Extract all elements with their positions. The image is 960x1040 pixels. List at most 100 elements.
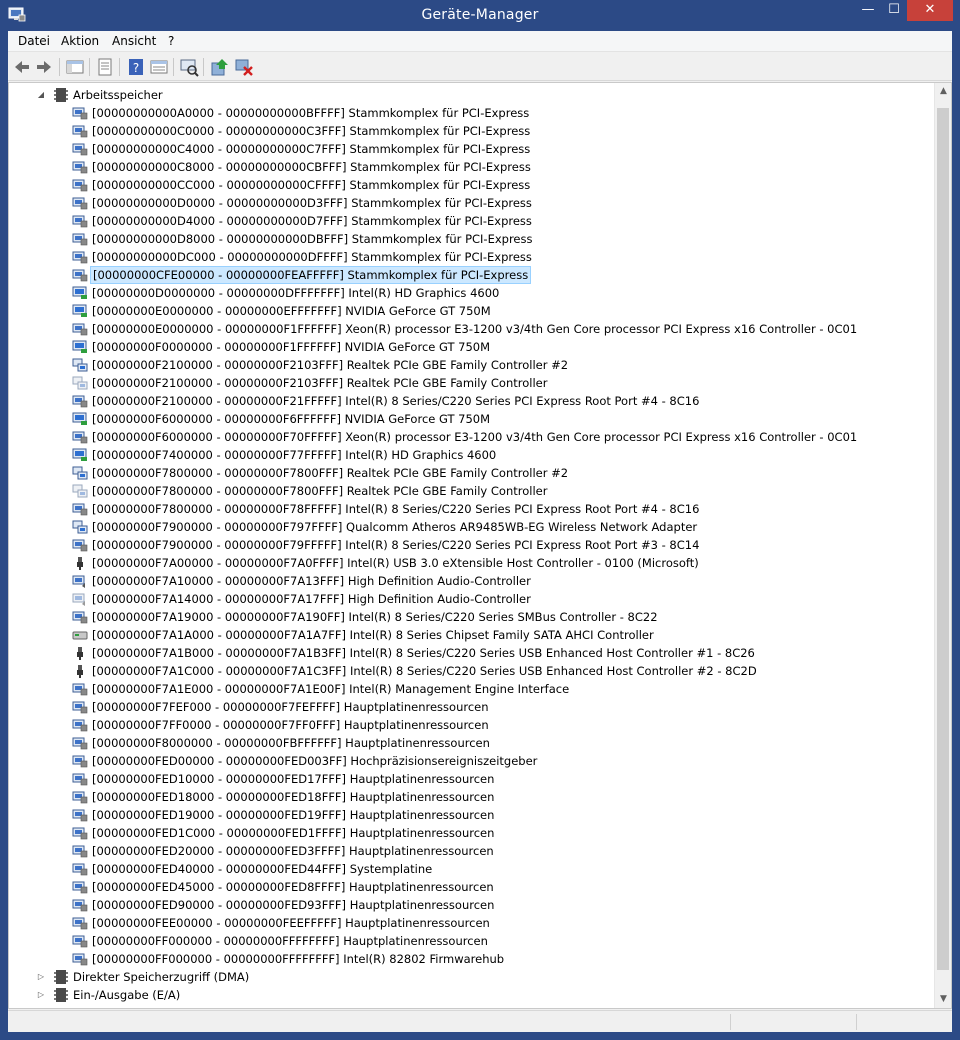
tree-item-label: [00000000FED10000 - 00000000FED17FFF] Ha…: [92, 772, 495, 786]
tree-item-label: [00000000000C8000 - 00000000000CBFFF] St…: [92, 160, 531, 174]
audio-disabled-device-icon: [72, 593, 85, 606]
scroll-down-icon[interactable]: ▼: [935, 991, 951, 1008]
scan-hardware-icon[interactable]: [179, 57, 199, 77]
menu-datei[interactable]: Datei: [18, 34, 50, 48]
view-icon[interactable]: [149, 57, 169, 77]
scroll-up-icon[interactable]: ▲: [935, 83, 951, 100]
memory-range-item[interactable]: [00000000F6000000 - 00000000F6FFFFFF] NV…: [9, 410, 929, 428]
tree-item-label: [00000000E0000000 - 00000000EFFFFFFF] NV…: [92, 304, 491, 318]
back-icon[interactable]: [12, 57, 32, 77]
memory-range-item[interactable]: [00000000FED1C000 - 00000000FED1FFFF] Ha…: [9, 824, 929, 842]
category-collapsed[interactable]: ▷ Direkter Speicherzugriff (DMA): [9, 968, 929, 986]
tree-item-label: [00000000F6000000 - 00000000F70FFFFF] Xe…: [92, 430, 858, 444]
menu-aktion[interactable]: Aktion: [61, 34, 99, 48]
minimize-button[interactable]: —: [855, 0, 881, 21]
memory-range-item[interactable]: [00000000000DC000 - 00000000000DFFFF] St…: [9, 248, 929, 266]
title-bar[interactable]: Geräte-Manager — ☐ ✕: [0, 0, 960, 30]
memory-range-item[interactable]: [00000000FED90000 - 00000000FED93FFF] Ha…: [9, 896, 929, 914]
memory-range-item[interactable]: [00000000000D0000 - 00000000000D3FFF] St…: [9, 194, 929, 212]
uninstall-icon[interactable]: [234, 57, 254, 77]
category-arbeitsspeicher[interactable]: ◢ Arbeitsspeicher: [9, 86, 929, 104]
expand-arrow-icon[interactable]: ▷: [36, 986, 46, 1004]
usb-device-icon: [77, 665, 83, 678]
memory-range-item[interactable]: [00000000FF000000 - 00000000FFFFFFFF] In…: [9, 950, 929, 968]
menu-help[interactable]: ?: [168, 34, 174, 48]
properties-icon[interactable]: [95, 57, 115, 77]
memory-range-item[interactable]: [00000000F2100000 - 00000000F21FFFFF] In…: [9, 392, 929, 410]
memory-range-item[interactable]: [00000000000C4000 - 00000000000C7FFF] St…: [9, 140, 929, 158]
tree-item-label: [00000000F6000000 - 00000000F6FFFFFF] NV…: [92, 412, 491, 426]
device-tree[interactable]: ◢ Arbeitsspeicher [00000000000A0000 - 0000…: [9, 83, 934, 1008]
memory-range-item[interactable]: [00000000F2100000 - 00000000F2103FFF] Re…: [9, 356, 929, 374]
memory-range-item[interactable]: [00000000FED20000 - 00000000FED3FFFF] Ha…: [9, 842, 929, 860]
memory-range-item[interactable]: [00000000FED10000 - 00000000FED17FFF] Ha…: [9, 770, 929, 788]
memory-range-item[interactable]: [00000000000CC000 - 00000000000CFFFF] St…: [9, 176, 929, 194]
console-tree-icon[interactable]: [65, 57, 85, 77]
memory-range-item[interactable]: [00000000FED40000 - 00000000FED44FFF] Sy…: [9, 860, 929, 878]
memory-range-item[interactable]: [00000000F6000000 - 00000000F70FFFFF] Xe…: [9, 428, 929, 446]
system-device-icon: [72, 881, 88, 894]
tree-item-label: [00000000FED45000 - 00000000FED8FFFF] Ha…: [92, 880, 494, 894]
memory-range-item[interactable]: [00000000FED45000 - 00000000FED8FFFF] Ha…: [9, 878, 929, 896]
memory-range-item[interactable]: [00000000E0000000 - 00000000EFFFFFFF] NV…: [9, 302, 929, 320]
memory-range-item[interactable]: [00000000F8000000 - 00000000FBFFFFFF] Ha…: [9, 734, 929, 752]
memory-range-item[interactable]: [00000000F7A1A000 - 00000000F7A1A7FF] In…: [9, 626, 929, 644]
memory-range-item[interactable]: [00000000F7900000 - 00000000F79FFFFF] In…: [9, 536, 929, 554]
tree-item-label: [00000000FF000000 - 00000000FFFFFFFF] In…: [92, 952, 505, 966]
memory-range-item[interactable]: [00000000FF000000 - 00000000FFFFFFFF] Ha…: [9, 932, 929, 950]
expand-arrow-icon[interactable]: ▷: [36, 968, 46, 986]
close-button[interactable]: ✕: [907, 0, 953, 21]
memory-range-item[interactable]: [00000000FED19000 - 00000000FED19FFF] Ha…: [9, 806, 929, 824]
memory-range-item[interactable]: [00000000F7400000 - 00000000F77FFFFF] In…: [9, 446, 929, 464]
memory-range-item[interactable]: [00000000F7A19000 - 00000000F7A190FF] In…: [9, 608, 929, 626]
tree-item-label: [00000000000C4000 - 00000000000C7FFF] St…: [92, 142, 531, 156]
vertical-scrollbar[interactable]: ▲ ▼: [934, 83, 951, 1008]
memory-range-item[interactable]: [00000000000C8000 - 00000000000CBFFF] St…: [9, 158, 929, 176]
memory-range-item[interactable]: [00000000000D4000 - 00000000000D7FFF] St…: [9, 212, 929, 230]
system-device-icon: [72, 899, 88, 912]
memory-range-item[interactable]: [00000000000C0000 - 00000000000C3FFF] St…: [9, 122, 929, 140]
memory-range-item[interactable]: [00000000F7A14000 - 00000000F7A17FFF] Hi…: [9, 590, 929, 608]
menu-ansicht[interactable]: Ansicht: [112, 34, 156, 48]
memory-range-item[interactable]: [00000000D0000000 - 00000000DFFFFFFF] In…: [9, 284, 929, 302]
tree-item-label: [00000000F7A1C000 - 00000000F7A1C3FF] In…: [92, 664, 757, 678]
category-collapsed[interactable]: ▷ Ein-/Ausgabe (E/A): [9, 986, 929, 1004]
memory-range-item[interactable]: [00000000F0000000 - 00000000F1FFFFFF] NV…: [9, 338, 929, 356]
memory-range-item[interactable]: [00000000F2100000 - 00000000F2103FFF] Re…: [9, 374, 929, 392]
status-divider: [856, 1014, 857, 1030]
scroll-thumb[interactable]: [937, 108, 949, 970]
memory-range-item[interactable]: [00000000FED18000 - 00000000FED18FFF] Ha…: [9, 788, 929, 806]
memory-range-item[interactable]: [00000000F7900000 - 00000000F797FFFF] Qu…: [9, 518, 929, 536]
forward-icon[interactable]: [34, 57, 54, 77]
memory-range-item[interactable]: [00000000F7800000 - 00000000F78FFFFF] In…: [9, 500, 929, 518]
collapse-arrow-icon[interactable]: ◢: [36, 86, 46, 104]
memory-range-item[interactable]: [00000000FEE00000 - 00000000FEEFFFFF] Ha…: [9, 914, 929, 932]
memory-range-item[interactable]: [00000000F7800000 - 00000000F7800FFF] Re…: [9, 482, 929, 500]
memory-range-item[interactable]: [00000000E0000000 - 00000000F1FFFFFF] Xe…: [9, 320, 929, 338]
display-device-icon: [72, 412, 87, 425]
memory-range-item[interactable]: [00000000F7A1E000 - 00000000F7A1E00F] In…: [9, 680, 929, 698]
memory-range-item[interactable]: [00000000F7800000 - 00000000F7800FFF] Re…: [9, 464, 929, 482]
memory-range-item[interactable]: [00000000000D8000 - 00000000000DBFFF] St…: [9, 230, 929, 248]
memory-range-item[interactable]: [00000000F7FEF000 - 00000000F7FEFFFF] Ha…: [9, 698, 929, 716]
memory-range-item[interactable]: [00000000F7A10000 - 00000000F7A13FFF] Hi…: [9, 572, 929, 590]
memory-range-item[interactable]: [00000000F7A00000 - 00000000F7A0FFFF] In…: [9, 554, 929, 572]
memory-range-item[interactable]: [00000000000A0000 - 00000000000BFFFF] St…: [9, 104, 929, 122]
system-device-icon: [72, 107, 88, 120]
memory-range-item[interactable]: [00000000CFE00000 - 00000000FEAFFFFF] St…: [9, 266, 929, 284]
system-device-icon: [72, 755, 88, 768]
tree-item-label: [00000000FED40000 - 00000000FED44FFF] Sy…: [92, 862, 433, 876]
tree-item-label: [00000000F7400000 - 00000000F77FFFFF] In…: [92, 448, 497, 462]
update-driver-icon[interactable]: [210, 57, 230, 77]
tree-item-label: [00000000F7800000 - 00000000F78FFFFF] In…: [92, 502, 700, 516]
category-device-icon: [54, 88, 68, 102]
memory-range-item[interactable]: [00000000F7A1C000 - 00000000F7A1C3FF] In…: [9, 662, 929, 680]
memory-range-item[interactable]: [00000000FED00000 - 00000000FED003FF] Ho…: [9, 752, 929, 770]
help-icon[interactable]: ?: [126, 57, 146, 77]
memory-range-item[interactable]: [00000000F7FF0000 - 00000000F7FF0FFF] Ha…: [9, 716, 929, 734]
tree-item-label: [00000000000CC000 - 00000000000CFFFF] St…: [92, 178, 531, 192]
tree-item-label: [00000000F7A1E000 - 00000000F7A1E00F] In…: [92, 682, 570, 696]
memory-range-item[interactable]: [00000000F7A1B000 - 00000000F7A1B3FF] In…: [9, 644, 929, 662]
maximize-button[interactable]: ☐: [881, 0, 907, 21]
tree-item-label: [00000000FED19000 - 00000000FED19FFF] Ha…: [92, 808, 495, 822]
